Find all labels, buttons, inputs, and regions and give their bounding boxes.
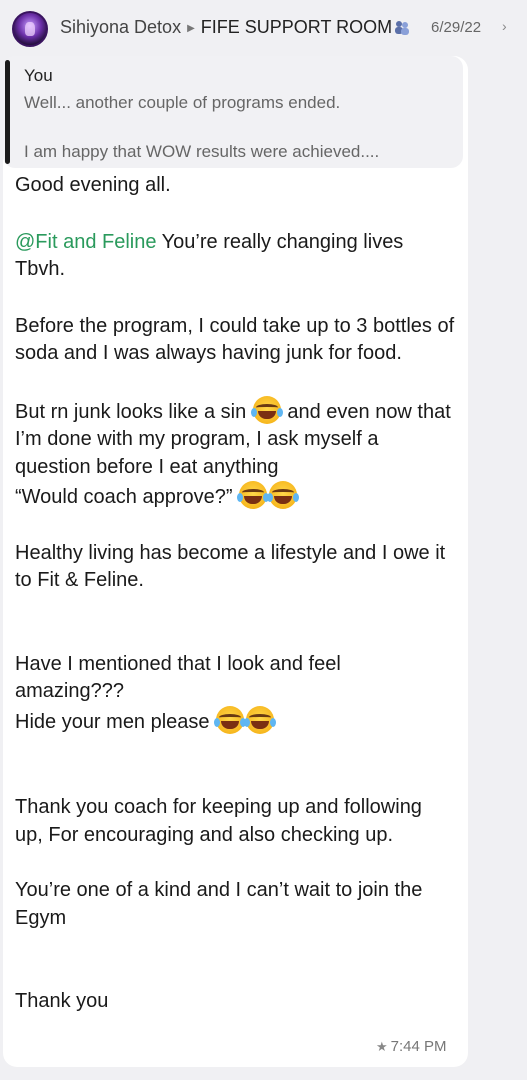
face-with-tears-of-joy-icon [244,705,277,734]
message-paragraph: Have I mentioned that I look and feel am… [15,651,455,737]
message-text: Have I mentioned that I look and feel am… [15,652,341,703]
message-paragraph: But rn junk looks like a sin and even no… [15,395,455,512]
message-timestamp: ★ 7:44 PM [376,1038,447,1055]
chevron-right-icon[interactable]: › [502,18,507,34]
message-paragraph: Good evening all. [15,174,171,196]
face-with-tears-of-joy-icon [250,395,283,424]
quote-line: Well... another couple of programs ended… [24,93,341,112]
mention-link[interactable]: @Fit and Feline [15,231,156,253]
message-text: Hide your men please [15,710,216,733]
face-with-tears-of-joy-icon [237,481,270,509]
arrow-right-icon: ▶ [187,23,195,34]
message-text: But rn junk looks like a sin [15,400,252,423]
message-paragraph: Healthy living has become a lifestyle an… [15,541,446,592]
message-header: Sihiyona Detox ▶ FIFE SUPPORT ROOM 6/29/22… [0,0,527,56]
face-with-tears-of-joy-icon [267,481,300,509]
message-paragraph: @Fit and Feline You’re really changing l… [15,229,455,284]
quote-bar [5,60,10,164]
avatar[interactable] [12,11,48,47]
message-paragraph: Before the program, I could take up to 3… [15,314,455,365]
quote-line: I am happy that WOW results were achieve… [24,142,380,161]
sender-name[interactable]: Sihiyona Detox [60,17,181,37]
quote-author: You [24,66,53,85]
message-paragraph: Thank you coach for keeping up and follo… [15,796,422,846]
group-name[interactable]: FIFE SUPPORT ROOM [201,17,392,37]
face-with-tears-of-joy-icon [214,705,247,734]
sender-line: Sihiyona Detox ▶ FIFE SUPPORT ROOM [60,17,410,38]
message-paragraph: Thank you [15,990,109,1012]
message-body: Good evening all. @Fit and Feline You’re… [15,172,455,1016]
time-label: 7:44 PM [390,1038,447,1055]
group-people-icon [394,19,410,35]
message-text: “Would coach approve?” [15,486,239,508]
message-date: 6/29/22 [431,19,482,36]
star-icon: ★ [376,1039,388,1054]
message-paragraph: You’re one of a kind and I can’t wait to… [15,879,423,929]
